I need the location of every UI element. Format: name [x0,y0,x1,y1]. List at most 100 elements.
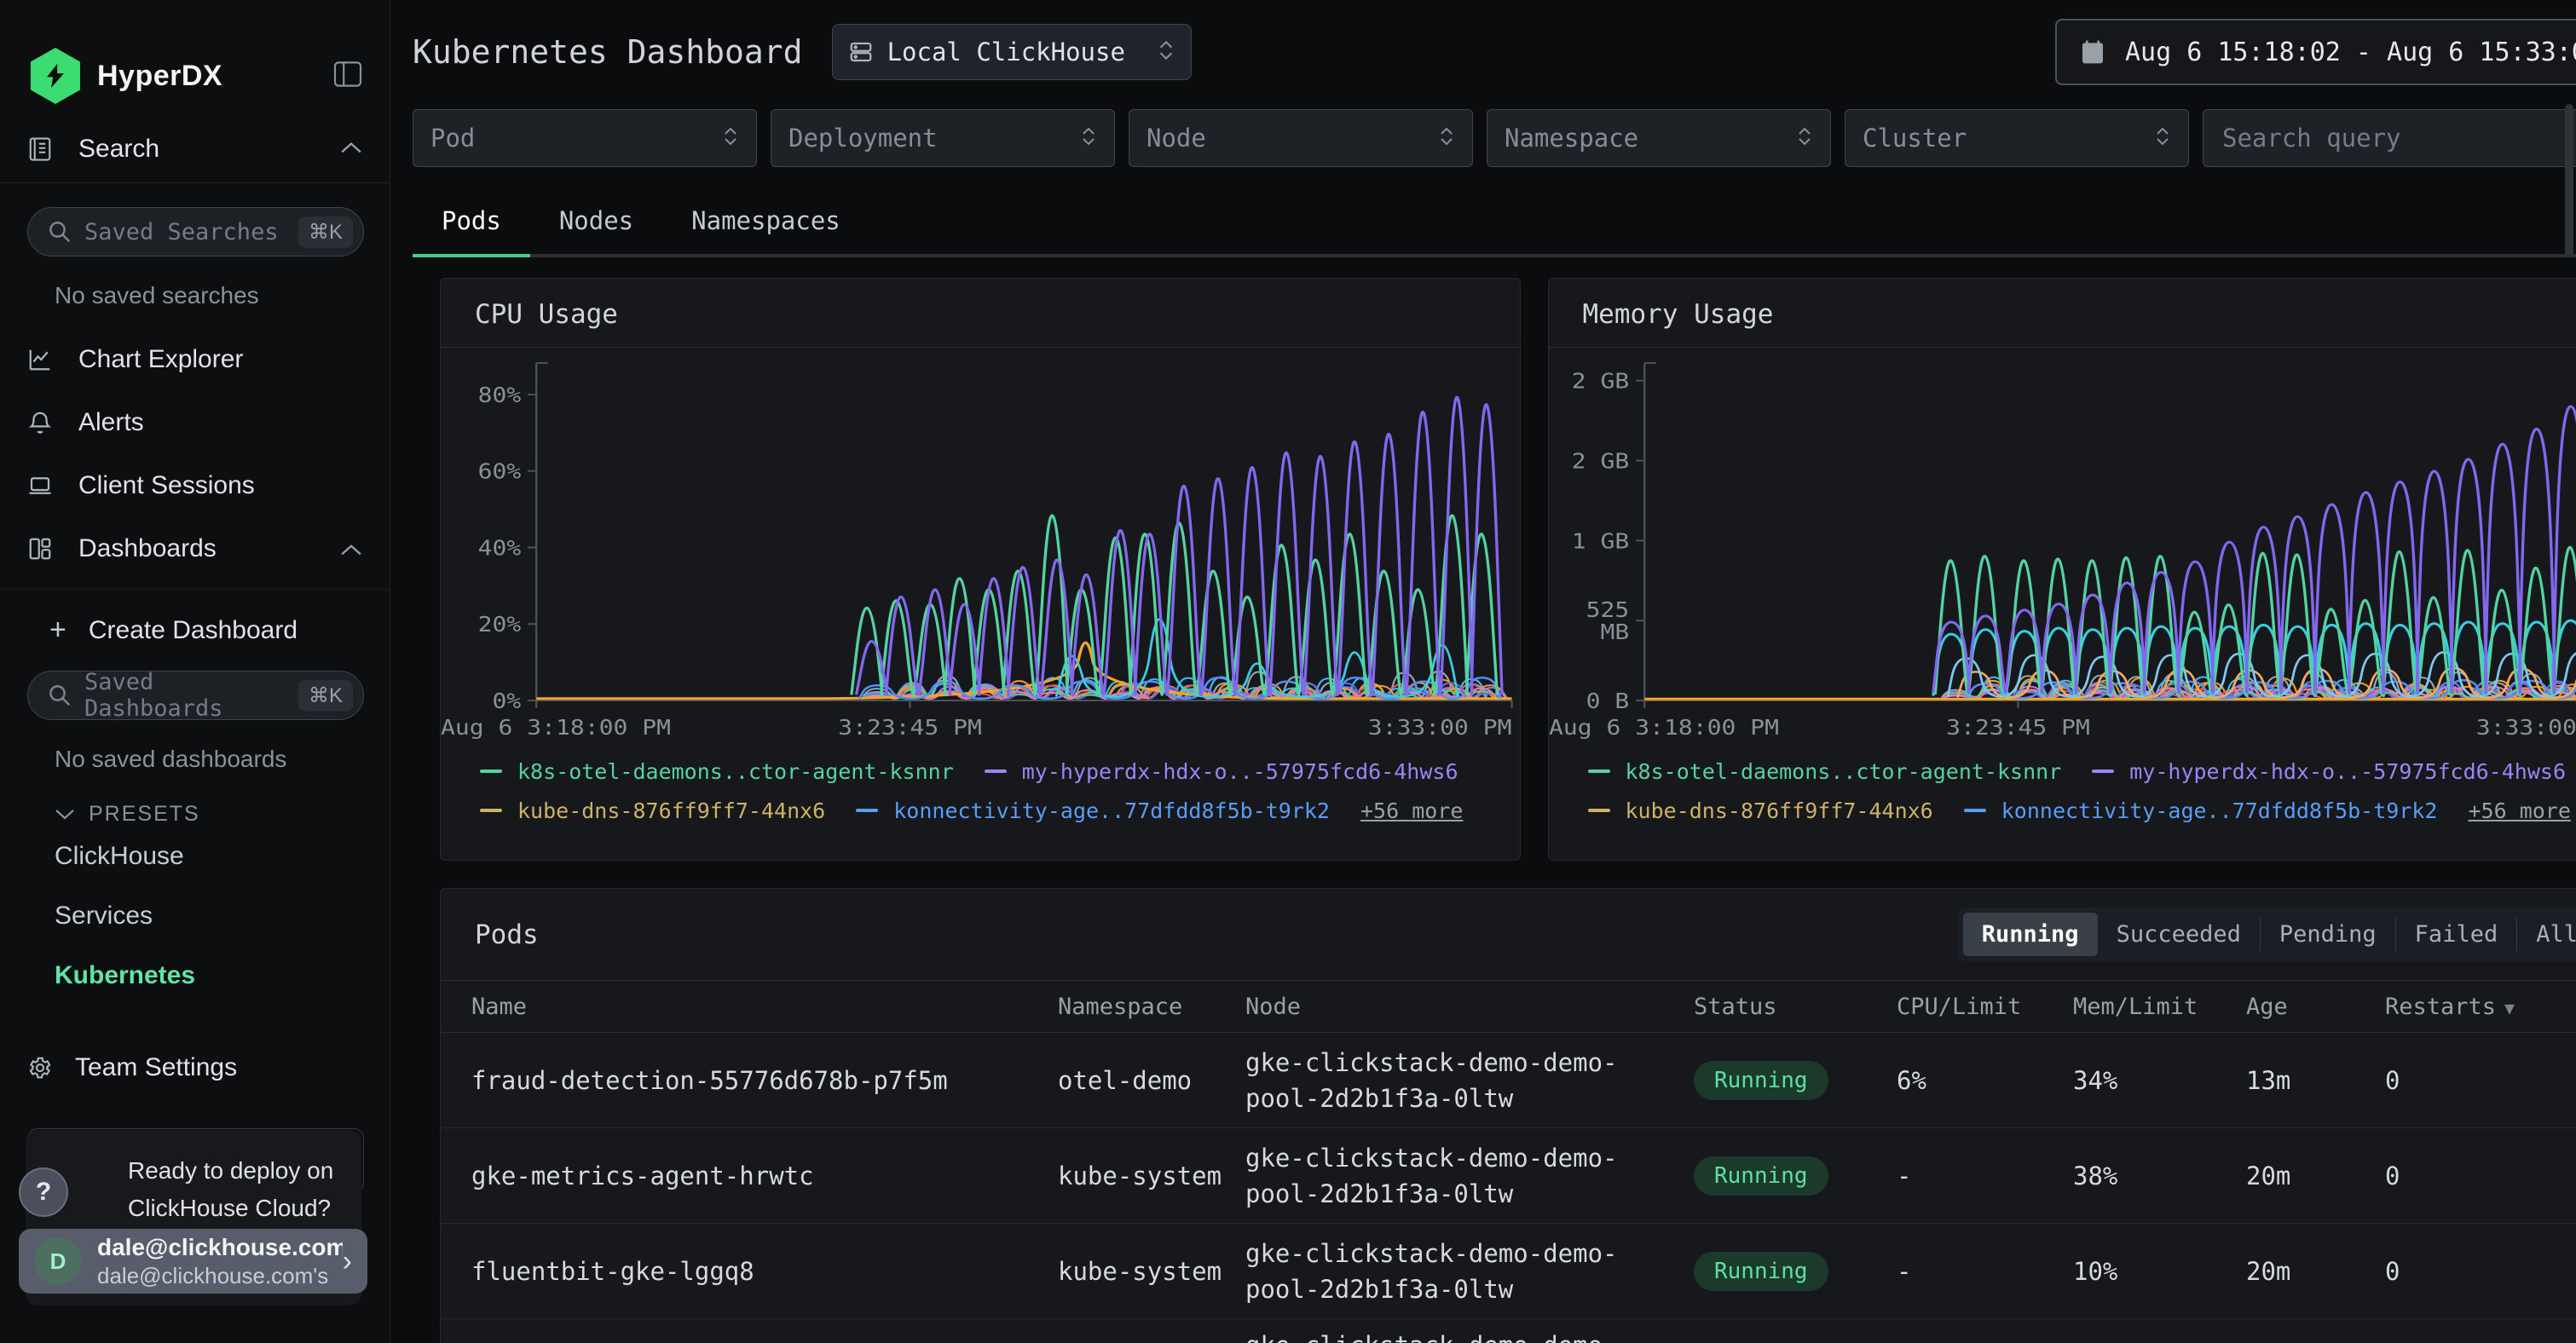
saved-searches-input[interactable]: Saved Searches ⌘K [27,207,364,256]
pods-table-header: Name Namespace Node Status CPU/Limit Mem… [441,980,2576,1033]
pod-row-partial[interactable]: gke-clickstack-demo-demo- [441,1319,2576,1343]
legend-entry[interactable]: my-hyperdx-hdx-o..-57975fcd6-4hws6 [1022,759,1458,784]
legend-entry[interactable]: konnectivity-age..77dfdd8f5b-t9rk2 [893,798,1330,823]
dashboard-content: CPU Usage 80%60%40%20%0%Aug 6 3:18:00 PM… [440,278,2576,1343]
sidebar-item-dashboards[interactable]: Dashboards [0,517,390,580]
promo-text: Ready to deploy on ClickHouse Cloud? [26,1130,361,1227]
create-dashboard-button[interactable]: + Create Dashboard [0,590,390,647]
select-chevrons-icon [722,124,739,153]
date-range-picker[interactable]: Aug 6 15:18:02 - Aug 6 15:33:02 [2055,19,2576,85]
legend-dash-icon [1588,769,1610,773]
sidebar-item-client-sessions[interactable]: Client Sessions [0,454,390,517]
memory-usage-chart[interactable]: 2 GB2 GB1 GB525MB0 BAug 6 3:18:00 PM3:23… [1549,348,2576,748]
sidebar-item-label: Dashboards [78,534,217,563]
search-icon [47,219,72,245]
filter-deployment[interactable]: Deployment [771,109,1115,167]
legend-entry[interactable]: kube-dns-876ff9ff7-44nx6 [517,798,825,823]
status-filter-failed[interactable]: Failed [2396,913,2517,956]
sidebar-collapse-icon[interactable] [333,61,362,91]
svg-text:0%: 0% [492,689,521,713]
clickhouse-cloud-promo[interactable]: ? Ready to deploy on ClickHouse Cloud? D… [26,1130,361,1306]
sidebar-item-team-settings[interactable]: Team Settings [0,1006,390,1082]
legend-dash-icon [1964,809,1986,812]
help-icon[interactable]: ? [19,1167,68,1217]
sidebar-section-search[interactable]: Search [0,104,390,183]
status-filter-succeeded[interactable]: Succeeded [2098,913,2260,956]
svg-text:Aug 6 3:18:00 PM: Aug 6 3:18:00 PM [441,715,671,740]
legend-entry[interactable]: konnectivity-age..77dfdd8f5b-t9rk2 [2001,798,2438,823]
shortcut-badge: ⌘K [298,216,353,248]
legend-dash-icon [1588,809,1610,812]
svg-text:2 GB: 2 GB [1571,449,1628,474]
preset-services[interactable]: Services [0,886,390,946]
cpu-usage-panel: CPU Usage 80%60%40%20%0%Aug 6 3:18:00 PM… [440,278,1521,861]
col-namespace[interactable]: Namespace [1058,994,1245,1020]
col-mem-limit[interactable]: Mem/Limit [2073,994,2246,1020]
team-settings-label: Team Settings [75,1053,237,1082]
filter-bar: Pod Deployment Node Namespace Cluster Se… [413,109,2576,167]
memory-usage-title: Memory Usage [1583,299,2576,330]
user-menu[interactable]: D dale@clickhouse.com dale@clickhouse.co… [19,1229,367,1294]
legend-more-link[interactable]: +56 more [1360,798,1463,823]
preset-kubernetes[interactable]: Kubernetes [0,946,390,1006]
filter-node[interactable]: Node [1129,109,1473,167]
panel-header: CPU Usage [441,279,1520,348]
pod-row[interactable]: fluentbit-gke-lggq8 kube-system gke-clic… [441,1224,2576,1319]
no-saved-dashboards: No saved dashboards [0,720,390,773]
sidebar-item-alerts[interactable]: Alerts [0,391,390,454]
preset-clickhouse[interactable]: ClickHouse [0,827,390,886]
col-node[interactable]: Node [1245,994,1694,1020]
pod-row[interactable]: gke-metrics-agent-hrwtc kube-system gke-… [441,1128,2576,1224]
pod-node: gke-clickstack-demo-demo-pool-2d2b1f3a-0… [1245,1045,1694,1116]
sidebar: HyperDX Search Saved Searches ⌘K No save… [0,0,390,1343]
pod-namespace: kube-system [1058,1257,1245,1286]
filter-cluster[interactable]: Cluster [1845,109,2189,167]
scrollbar-thumb[interactable] [2565,104,2573,257]
pod-cpu: - [1897,1161,2073,1190]
status-filter-pending[interactable]: Pending [2261,913,2395,956]
pod-cpu: - [1897,1257,2073,1286]
cpu-usage-chart[interactable]: 80%60%40%20%0%Aug 6 3:18:00 PM3:23:45 PM… [441,348,1520,748]
legend-more-link[interactable]: +56 more [2468,798,2570,823]
cpu-usage-title: CPU Usage [475,299,1486,330]
tab-pods[interactable]: Pods [413,187,530,254]
presets-header[interactable]: PRESETS [0,773,390,827]
svg-text:0 B: 0 B [1585,689,1629,713]
col-restarts[interactable]: Restarts▼ [2385,994,2576,1020]
pod-age: 20m [2246,1257,2385,1286]
col-status[interactable]: Status [1694,994,1897,1020]
saved-dashboards-input[interactable]: Saved Dashboards ⌘K [27,671,364,720]
legend-entry[interactable]: k8s-otel-daemons..ctor-agent-ksnnr [1626,759,2062,784]
pod-node: gke-clickstack-demo-demo-pool-2d2b1f3a-0… [1245,1236,1694,1307]
journal-icon [27,136,53,162]
shortcut-badge: ⌘K [298,680,353,712]
svg-text:Aug 6 3:18:00 PM: Aug 6 3:18:00 PM [1549,715,1779,740]
svg-text:3:23:45 PM: 3:23:45 PM [838,715,982,740]
col-cpu-limit[interactable]: CPU/Limit [1897,994,2073,1020]
col-name[interactable]: Name [471,994,1058,1020]
tab-nodes[interactable]: Nodes [530,187,662,254]
pod-row[interactable]: fraud-detection-55776d678b-p7f5m otel-de… [441,1033,2576,1128]
status-filter-running[interactable]: Running [1963,913,2098,956]
sidebar-search-label: Search [78,135,159,164]
hyperdx-logo-icon [27,48,84,104]
pod-mem: 10% [2073,1257,2246,1286]
vertical-scrollbar[interactable] [2565,0,2573,1343]
col-age[interactable]: Age [2246,994,2385,1020]
source-select[interactable]: Local ClickHouse [832,24,1192,80]
search-query-input[interactable]: Search query [2203,109,2576,167]
pod-status: Running [1694,1061,1897,1100]
legend-entry[interactable]: k8s-otel-daemons..ctor-agent-ksnnr [517,759,954,784]
filter-pod[interactable]: Pod [413,109,757,167]
pod-restarts: 0 [2385,1066,2576,1095]
tab-namespaces[interactable]: Namespaces [662,187,869,254]
svg-text:80%: 80% [478,383,522,407]
legend-entry[interactable]: kube-dns-876ff9ff7-44nx6 [1626,798,1933,823]
legend-entry[interactable]: my-hyperdx-hdx-o..-57975fcd6-4hws6 [2129,759,2566,784]
svg-text:3:33:00 PM: 3:33:00 PM [2475,715,2576,740]
filter-namespace[interactable]: Namespace [1487,109,1831,167]
legend-dash-icon [2092,769,2114,773]
tab-bar: Pods Nodes Namespaces [413,187,2576,257]
pod-age: 13m [2246,1066,2385,1095]
sidebar-item-chart-explorer[interactable]: Chart Explorer [0,328,390,391]
